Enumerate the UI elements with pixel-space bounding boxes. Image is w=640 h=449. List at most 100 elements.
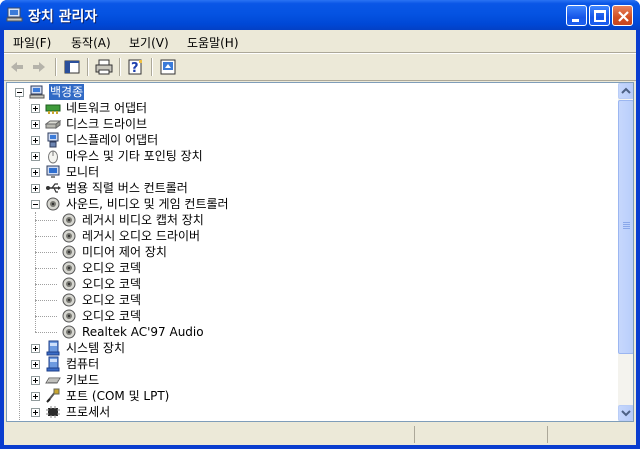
- scroll-up-button[interactable]: [618, 83, 633, 99]
- toolbar-separator: [151, 58, 153, 76]
- vertical-scrollbar[interactable]: [618, 83, 633, 421]
- tree-item-label: 프로세서: [66, 405, 111, 419]
- expand-toggle[interactable]: [31, 392, 40, 401]
- expand-toggle[interactable]: [31, 104, 40, 113]
- title-bar[interactable]: 장치 관리자: [0, 0, 640, 30]
- expand-toggle[interactable]: [31, 120, 40, 129]
- tree-connector: [35, 300, 57, 301]
- tree-item-label: 사운드, 비디오 및 게임 컨트롤러: [66, 197, 229, 211]
- menu-help[interactable]: 도움말(H): [187, 34, 239, 51]
- expand-toggle[interactable]: [31, 408, 40, 417]
- expand-toggle[interactable]: [31, 376, 40, 385]
- properties-button[interactable]: [157, 57, 179, 77]
- close-button[interactable]: [612, 5, 633, 26]
- tree-connector: [35, 268, 57, 269]
- help-button[interactable]: ?: [125, 57, 147, 77]
- forward-button[interactable]: [28, 57, 50, 77]
- chevron-down-icon: [621, 410, 631, 417]
- tree-connector: [35, 236, 57, 237]
- tree-item-label: 마우스 및 기타 포인팅 장치: [66, 149, 203, 163]
- sound-device-icon: [62, 245, 76, 259]
- tree-connector: [19, 96, 20, 421]
- usb-icon: [46, 183, 61, 193]
- mouse-icon: [48, 150, 58, 164]
- monitor-icon: [46, 165, 60, 178]
- system-device-icon: [46, 340, 60, 356]
- tree-connector: [35, 212, 36, 332]
- expand-toggle[interactable]: [31, 136, 40, 145]
- svg-text:?: ?: [131, 61, 139, 76]
- tree-item-label: 미디어 제어 장치: [82, 245, 167, 259]
- device-tree: 백경종 네트워크 어댑터디스크 드라이브디스플레이 어댑터마우스 및 기타 포인팅…: [7, 83, 617, 421]
- tree-connector: [35, 252, 57, 253]
- tree-item-label: 레거시 비디오 캡처 장치: [82, 213, 204, 227]
- scroll-down-button[interactable]: [618, 405, 633, 421]
- tree-item-label: 오디오 코덱: [82, 277, 142, 291]
- status-panel-divider: [547, 426, 548, 443]
- sound-device-icon: [62, 213, 76, 227]
- computer-monitor-icon: [6, 7, 23, 22]
- toolbar-separator: [119, 58, 121, 76]
- computer-device-icon: [46, 356, 60, 372]
- port-icon: [46, 388, 60, 403]
- device-tree-pane: 백경종 네트워크 어댑터디스크 드라이브디스플레이 어댑터마우스 및 기타 포인팅…: [6, 82, 634, 422]
- tree-item-label: 오디오 코덱: [82, 261, 142, 275]
- toolbar-divider: [4, 80, 636, 81]
- tree-item-label: 디스플레이 어댑터: [66, 133, 159, 147]
- expand-toggle[interactable]: [31, 184, 40, 193]
- device-manager-window: 장치 관리자 파일(F) 동작(A) 보기(V) 도움말(H) ? 백경종 네트…: [0, 0, 640, 449]
- print-button[interactable]: [93, 57, 115, 77]
- tree-item-label: 오디오 코덱: [82, 309, 142, 323]
- collapse-toggle[interactable]: [31, 200, 40, 209]
- show-hide-tree-button[interactable]: [61, 57, 83, 77]
- expand-toggle[interactable]: [31, 168, 40, 177]
- window-title: 장치 관리자: [28, 9, 98, 25]
- tree-item-label: 오디오 코덱: [82, 293, 142, 307]
- close-icon: [618, 11, 629, 22]
- sound-device-icon: [62, 229, 76, 243]
- tree-item-label: 디스크 드라이브: [66, 117, 148, 131]
- minimize-button[interactable]: [566, 5, 587, 26]
- client-area: 파일(F) 동작(A) 보기(V) 도움말(H) ? 백경종 네트워크 어댑터 …: [4, 30, 636, 445]
- status-panel-divider: [414, 426, 415, 443]
- sound-device-icon: [62, 309, 76, 323]
- menu-view[interactable]: 보기(V): [129, 34, 169, 51]
- toolbar: ?: [4, 54, 636, 80]
- back-button[interactable]: [6, 57, 28, 77]
- print-icon: [95, 59, 113, 75]
- tree-connector: [35, 220, 57, 221]
- tree-connector: [35, 332, 57, 333]
- expand-toggle[interactable]: [31, 152, 40, 161]
- tree-item-label: 레거시 오디오 드라이버: [82, 229, 201, 243]
- tree-item-label: 네트워크 어댑터: [66, 101, 148, 115]
- back-arrow-icon: [11, 62, 23, 72]
- menu-file[interactable]: 파일(F): [13, 34, 51, 51]
- sound-device-icon: [62, 293, 76, 307]
- minimize-icon: [572, 19, 579, 22]
- display-adapter-icon: [47, 132, 59, 148]
- tree-item-label: Realtek AC'97 Audio: [82, 325, 204, 339]
- collapse-toggle[interactable]: [15, 88, 24, 97]
- tree-item-label: 컴퓨터: [66, 357, 100, 371]
- sound-device-icon: [62, 325, 76, 339]
- expand-toggle[interactable]: [31, 344, 40, 353]
- tree-connector: [35, 316, 57, 317]
- tree-item-label: 범용 직렬 버스 컨트롤러: [66, 181, 188, 195]
- tree-item-label: 모니터: [66, 165, 100, 179]
- tree-item-label: 백경종: [49, 84, 85, 100]
- processor-icon: [46, 406, 60, 418]
- chevron-up-icon: [621, 87, 631, 94]
- tree-item-label: 시스템 장치: [66, 341, 126, 355]
- toolbar-separator: [55, 58, 57, 76]
- toolbar-separator: [87, 58, 89, 76]
- menu-action[interactable]: 동작(A): [71, 34, 111, 51]
- sound-device-icon: [62, 277, 76, 291]
- help-icon: ?: [128, 59, 142, 76]
- sound-icon: [46, 197, 60, 211]
- network-adapter-icon: [45, 104, 61, 114]
- sound-device-icon: [62, 261, 76, 275]
- expand-toggle[interactable]: [31, 360, 40, 369]
- keyboard-icon: [45, 377, 61, 384]
- scroll-thumb[interactable]: [618, 100, 633, 354]
- maximize-button[interactable]: [589, 5, 610, 26]
